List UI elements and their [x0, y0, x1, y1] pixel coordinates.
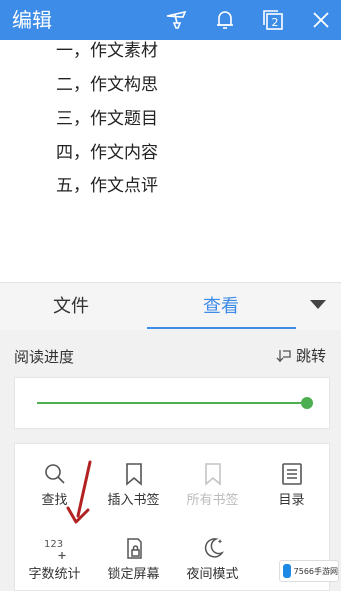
night-mode-button[interactable]: 夜间模式 [173, 532, 252, 584]
all-bookmarks-button[interactable]: 所有书签 [173, 458, 252, 510]
top-bar: 编辑 2 [0, 0, 341, 40]
hanger-icon[interactable] [162, 6, 190, 34]
doc-line: 四，作文内容 [56, 143, 158, 163]
tab-file[interactable]: 文件 [53, 295, 89, 319]
bottom-tabs: 文件 查看 [0, 282, 341, 330]
doc-line: 三，作文题目 [56, 109, 158, 129]
progress-slider-track[interactable] [37, 402, 307, 404]
lock-screen-label: 锁定屏幕 [107, 567, 160, 582]
moon-icon [204, 538, 224, 558]
word-count-label: 字数统计 [28, 567, 81, 582]
svg-text:123: 123 [44, 539, 63, 550]
window-count-icon[interactable]: 2 [259, 6, 287, 34]
bookmark-icon [125, 463, 142, 486]
watermark-text: 7566手游网 [293, 566, 338, 576]
jump-button[interactable]: 跳转 [276, 346, 326, 366]
word-count-button[interactable]: 123 字数统计 [15, 532, 94, 584]
close-icon[interactable] [307, 6, 335, 34]
tab-view[interactable]: 查看 [203, 295, 239, 319]
annotation-arrow [66, 460, 92, 524]
list-icon [281, 463, 302, 485]
bell-icon[interactable] [211, 6, 239, 34]
bookmark-icon [204, 463, 221, 486]
word-count-icon: 123 [44, 539, 65, 559]
lock-icon [126, 538, 142, 559]
contents-button[interactable]: 目录 [252, 458, 331, 510]
active-tab-indicator [147, 327, 296, 329]
insert-bookmark-label: 插入书签 [107, 493, 160, 508]
edit-button[interactable]: 编辑 [12, 7, 52, 33]
contents-label: 目录 [278, 493, 305, 508]
progress-slider-box [14, 377, 330, 429]
night-mode-label: 夜间模式 [186, 567, 239, 582]
all-bookmarks-label: 所有书签 [186, 493, 239, 508]
document-area[interactable]: 一，作文素材 二，作文构思 三，作文题目 四，作文内容 五，作文点评 [0, 40, 341, 282]
jump-icon [276, 350, 291, 362]
reading-progress-label: 阅读进度 [14, 348, 75, 366]
jump-label: 跳转 [296, 347, 327, 365]
progress-slider-knob[interactable] [301, 397, 313, 409]
window-count: 2 [272, 16, 279, 29]
doc-line: 二，作文构思 [56, 75, 158, 95]
collapse-triangle-icon[interactable] [310, 300, 326, 309]
watermark-logo-icon [283, 564, 291, 578]
lock-screen-button[interactable]: 锁定屏幕 [94, 532, 173, 584]
watermark: 7566手游网 [279, 560, 339, 582]
doc-line: 五，作文点评 [56, 176, 158, 196]
doc-line: 一，作文素材 [56, 41, 158, 61]
insert-bookmark-button[interactable]: 插入书签 [94, 458, 173, 510]
